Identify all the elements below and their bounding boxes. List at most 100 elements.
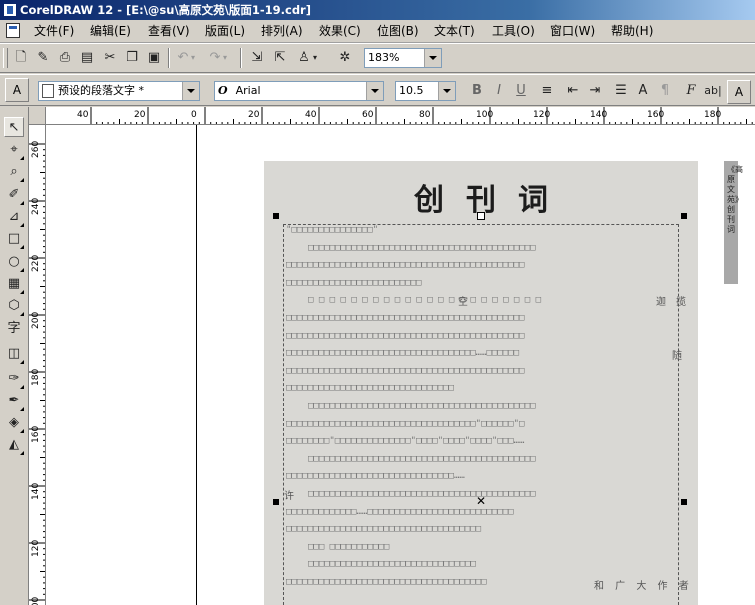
- text-line: □□□□□□□□□□□□□□□□□□□□□□□□□□□□□□□□□□□□□□□□…: [308, 489, 536, 499]
- menu-bar: 文件(F) 编辑(E) 查看(V) 版面(L) 排列(A) 效果(C) 位图(B…: [0, 20, 755, 43]
- ruler-label: 100: [31, 597, 41, 605]
- text-line: □□□□□□□□□□□□□□□□□□□□□□□□□□□□□□□□□□□□□□□□…: [286, 313, 525, 323]
- undo-dropdown-icon[interactable]: ▾: [188, 48, 198, 68]
- text-frame-top-tab[interactable]: [477, 212, 485, 220]
- ruler-label: 120: [31, 540, 41, 557]
- chevron-down-icon[interactable]: [182, 82, 199, 100]
- eyedropper-icon[interactable]: ✑: [4, 369, 24, 389]
- chevron-down-icon[interactable]: [366, 82, 383, 100]
- chevron-down-icon[interactable]: [424, 49, 441, 67]
- export-icon[interactable]: ⇱: [269, 48, 291, 68]
- coreldraw-app-icon[interactable]: [3, 3, 17, 17]
- vertical-ruler[interactable]: 260 240 220 200 180 160 140 120 100: [29, 125, 46, 605]
- new-document-icon[interactable]: 🗋: [10, 48, 32, 68]
- edit-text-icon[interactable]: ab|: [702, 81, 724, 101]
- ruler-label: 0: [191, 110, 197, 120]
- ruler-label: 260: [31, 141, 41, 158]
- drop-cap-icon[interactable]: A: [632, 81, 654, 101]
- text-frame-icon[interactable]: A: [5, 78, 29, 102]
- pick-tool-icon[interactable]: ↖: [4, 117, 24, 137]
- text-line: □□□□□□□□□□□□□□□□□□□□□□□□□□□□□□□□□□□□□: [286, 577, 487, 587]
- drawing-canvas[interactable]: 创刊词 ✕ "□□□□□□□□□□□□□□□" □□□□□□□□□□□□□□□□□…: [46, 125, 755, 605]
- copy-icon[interactable]: ❐: [121, 48, 143, 68]
- smart-fill-icon[interactable]: ⊿: [4, 207, 24, 227]
- menu-tools[interactable]: 工具(O): [490, 23, 537, 39]
- ruler-label: 180: [31, 369, 41, 386]
- shape-tool-icon[interactable]: ⌖: [4, 140, 24, 160]
- text-line: □□□□□□□□□□□□□□□□□□□□□□□□□□□□□□□□□□□□□□□□…: [308, 453, 536, 464]
- format-text-icon[interactable]: F: [680, 81, 702, 101]
- horizontal-ruler[interactable]: 40 20 0 20 40 60 80 100 120 140 160 180: [46, 107, 755, 125]
- text-line: □□□□□□□□□□□□□□□□□□□□□□□□□□□□□□□□□□□□□□□□…: [308, 242, 536, 253]
- paste-icon[interactable]: ▣: [143, 48, 165, 68]
- zoom-levels-dropdown[interactable]: 183%: [364, 48, 442, 68]
- interactive-blend-icon[interactable]: ◫: [4, 344, 24, 364]
- bold-icon[interactable]: B: [466, 81, 488, 101]
- paragraph-mark-icon[interactable]: ¶: [654, 81, 676, 101]
- zoom-tool-icon[interactable]: ⌕: [4, 162, 24, 182]
- menu-bitmaps[interactable]: 位图(B): [375, 23, 421, 39]
- text-line: □□□□□□□□□□□□□□□□□□□□□□□□□□□□□□□□□□□"□□□□…: [286, 418, 525, 429]
- selection-handle-tr[interactable]: [681, 213, 687, 219]
- paragraph-style-dropdown[interactable]: 预设的段落文字 *: [38, 81, 200, 101]
- ruler-label: 80: [419, 110, 431, 120]
- fill-tool-icon[interactable]: ◈: [4, 413, 24, 433]
- menu-effects[interactable]: 效果(C): [317, 23, 363, 39]
- open-icon[interactable]: ✎: [32, 48, 54, 68]
- save-icon[interactable]: ⎙: [54, 48, 76, 68]
- font-size-value: 10.5: [399, 84, 424, 97]
- ruler-origin-corner[interactable]: [29, 107, 46, 125]
- font-list-dropdown[interactable]: O Arial: [214, 81, 384, 101]
- redo-dropdown-icon[interactable]: ▾: [220, 48, 230, 68]
- menu-edit[interactable]: 编辑(E): [88, 23, 133, 39]
- basic-shapes-icon[interactable]: ⬡: [4, 296, 24, 316]
- increase-indent-icon[interactable]: ⇥: [584, 81, 606, 101]
- property-bar: A 预设的段落文字 * O Arial 10.5 B I U ≡ ⇤ ⇥ ☰ A …: [0, 74, 755, 106]
- underline-icon[interactable]: U: [510, 81, 532, 101]
- ruler-label: 160: [31, 426, 41, 443]
- toolbar-grip[interactable]: [3, 48, 8, 68]
- heading-container: 创刊词: [264, 175, 698, 218]
- graph-paper-icon[interactable]: ▦: [4, 274, 24, 294]
- cut-icon[interactable]: ✂: [99, 48, 121, 68]
- font-size-dropdown[interactable]: 10.5: [395, 81, 456, 101]
- interactive-fill-icon[interactable]: ◭: [4, 435, 24, 455]
- corel-online-icon[interactable]: ✲: [334, 48, 356, 68]
- document-menu-icon[interactable]: [6, 23, 20, 38]
- ruler-label: 100: [476, 110, 493, 120]
- menu-layout[interactable]: 版面(L): [203, 23, 247, 39]
- toolbar-separator: [240, 48, 242, 68]
- selection-handle-ml[interactable]: [273, 499, 279, 505]
- menu-arrange[interactable]: 排列(A): [259, 23, 305, 39]
- import-icon[interactable]: ⇲: [246, 48, 268, 68]
- menu-window[interactable]: 窗口(W): [548, 23, 597, 39]
- italic-icon[interactable]: I: [488, 81, 510, 101]
- text-line: □□□□□□□□□□□□□□□□□□□□□□□□□□□□□□□□□□□□□□□□…: [308, 401, 536, 411]
- selection-handle-tl[interactable]: [273, 213, 279, 219]
- ruler-label: 240: [31, 198, 41, 215]
- print-icon[interactable]: ▤: [76, 48, 98, 68]
- menu-view[interactable]: 查看(V): [146, 23, 192, 39]
- text-tool-icon[interactable]: 字: [4, 319, 24, 339]
- toolbox: ↖ ⌖ ⌕ ✐ ⊿ □ ○ ▦ ⬡ 字 ◫ ✑ ✒ ◈ ◭: [0, 107, 29, 605]
- bullet-list-icon[interactable]: ☰: [610, 81, 632, 101]
- horizontal-align-icon[interactable]: ≡: [536, 81, 558, 101]
- decrease-indent-icon[interactable]: ⇤: [562, 81, 584, 101]
- menu-text[interactable]: 文本(T): [432, 23, 477, 39]
- menu-help[interactable]: 帮助(H): [609, 23, 655, 39]
- ruler-label: 140: [590, 110, 607, 120]
- text-tail-phrase: 和 广 大 作 者: [594, 581, 693, 592]
- text-line: □□□ □□□□□□□□□□□: [308, 541, 390, 552]
- outline-tool-icon[interactable]: ✒: [4, 391, 24, 411]
- rectangle-tool-icon[interactable]: □: [4, 229, 24, 249]
- text-line: □□□□□□□□□□□□□□□□□□□□□□□□□□□□□□□: [308, 559, 476, 570]
- menu-file[interactable]: 文件(F): [32, 23, 76, 39]
- launcher-dropdown-icon[interactable]: ▾: [310, 48, 320, 68]
- chevron-down-icon[interactable]: [438, 82, 455, 100]
- freehand-tool-icon[interactable]: ✐: [4, 185, 24, 205]
- selection-handle-mr[interactable]: [681, 499, 687, 505]
- text-line: □□□□□□□□"□□□□□□□□□□□□□□"□□□□"□□□□"□□□□"□…: [286, 436, 525, 447]
- ellipse-tool-icon[interactable]: ○: [4, 252, 24, 272]
- opentype-font-icon: O: [218, 84, 228, 97]
- text-orientation-icon[interactable]: A: [727, 80, 751, 104]
